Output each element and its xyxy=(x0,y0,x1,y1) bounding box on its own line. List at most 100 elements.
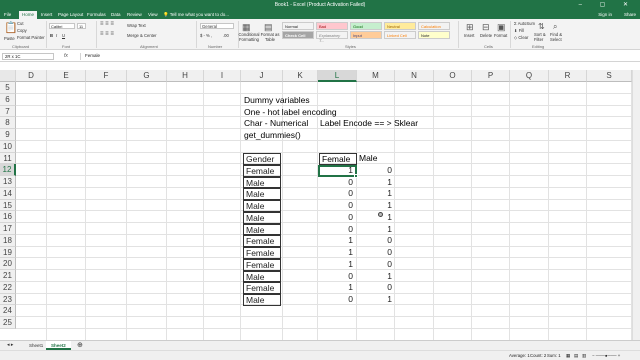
gender-cell[interactable]: Male xyxy=(243,211,281,224)
style-note[interactable]: Note xyxy=(418,31,450,39)
note-label-encode[interactable]: Label Encode == > Sklear xyxy=(320,118,418,130)
row-header-7[interactable]: 7 xyxy=(0,105,16,118)
note-dummy-variables[interactable]: Dummy variables xyxy=(244,95,310,107)
note-char-numerical[interactable]: Char - Numerical xyxy=(244,118,308,130)
column-header-s[interactable]: S xyxy=(587,70,632,82)
row-header-9[interactable]: 9 xyxy=(0,129,16,141)
font-name-select[interactable]: Calibri xyxy=(49,23,75,29)
male-cell[interactable]: 1 xyxy=(357,200,395,212)
female-cell[interactable]: 1 xyxy=(318,247,356,259)
row-header-24[interactable]: 24 xyxy=(0,305,16,317)
number-format-buttons[interactable]: $ - % , xyxy=(200,33,212,38)
male-cell[interactable]: 1 xyxy=(357,177,395,189)
sort-filter-button[interactable]: Sort & Filter xyxy=(534,32,548,42)
column-header-o[interactable]: O xyxy=(434,70,472,82)
gender-cell[interactable]: Male xyxy=(243,200,281,212)
column-header-q[interactable]: Q xyxy=(510,70,549,82)
add-sheet-icon[interactable]: ⊕ xyxy=(72,341,88,350)
tab-data[interactable]: Data xyxy=(111,12,121,17)
header-female[interactable]: Female xyxy=(319,153,357,165)
female-cell[interactable]: 0 xyxy=(318,271,356,283)
row-header-14[interactable]: 14 xyxy=(0,187,16,200)
view-page-break-icon[interactable]: ▥ xyxy=(582,353,586,359)
number-format-select[interactable]: General xyxy=(200,23,234,29)
find-select-button[interactable]: Find & Select xyxy=(550,32,564,42)
header-gender[interactable]: Gender xyxy=(243,153,281,165)
merge-center-button[interactable]: Merge & Center xyxy=(127,33,157,38)
male-cell[interactable]: 1 xyxy=(357,224,395,236)
conditional-formatting-button[interactable]: Conditional Formatting xyxy=(237,32,261,42)
male-cell[interactable]: 1 xyxy=(357,212,395,224)
gender-cell[interactable]: Male xyxy=(243,188,281,200)
insert-cells-button[interactable]: Insert xyxy=(464,33,474,38)
paste-icon[interactable]: 📋 xyxy=(4,21,18,34)
tell-me-search[interactable]: 💡 Tell me what you want to do... xyxy=(163,12,229,18)
format-painter-button[interactable]: Format Painter xyxy=(17,35,45,40)
female-cell[interactable]: 0 xyxy=(318,200,356,212)
row-header-13[interactable]: 13 xyxy=(0,176,16,188)
window-controls[interactable]: – ▢ ✕ xyxy=(579,1,636,8)
formula-input[interactable]: Female xyxy=(80,53,636,60)
tab-review[interactable]: Review xyxy=(127,12,142,17)
row-header-16[interactable]: 16 xyxy=(0,211,16,223)
format-cells-button[interactable]: Format xyxy=(494,33,507,38)
sheet-nav-arrows[interactable]: ◂ ▸ xyxy=(2,341,18,350)
tab-file[interactable]: File xyxy=(4,12,11,17)
align-horizontal-icon[interactable]: ≡ ≡ ≡ xyxy=(100,31,114,37)
underline-button[interactable]: U xyxy=(62,33,65,38)
column-header-f[interactable]: F xyxy=(86,70,127,82)
column-header-r[interactable]: R xyxy=(549,70,587,82)
female-cell[interactable]: 0 xyxy=(318,224,356,236)
tab-view[interactable]: View xyxy=(148,12,158,17)
female-cell[interactable]: 1 xyxy=(318,259,356,271)
male-cell[interactable]: 1 xyxy=(357,188,395,200)
style-good[interactable]: Good xyxy=(350,22,382,30)
insert-cells-icon[interactable]: ⊞ xyxy=(466,22,474,33)
format-cells-icon[interactable]: ▣ xyxy=(497,22,506,33)
row-header-5[interactable]: 5 xyxy=(0,82,16,94)
female-cell[interactable]: 0 xyxy=(318,188,356,200)
column-header-n[interactable]: N xyxy=(395,70,434,82)
row-header-19[interactable]: 19 xyxy=(0,246,16,259)
style-check-cell[interactable]: Check Cell xyxy=(282,31,314,39)
view-normal-icon[interactable]: ▦ xyxy=(566,353,570,359)
female-cell[interactable]: 0 xyxy=(318,294,356,306)
column-header-p[interactable]: P xyxy=(472,70,510,82)
gender-cell[interactable]: Male xyxy=(243,294,281,306)
zoom-slider[interactable]: − ───●─── + xyxy=(592,353,620,358)
note-one-hot[interactable]: One - hot label encoding xyxy=(244,107,337,119)
copy-button[interactable]: Copy xyxy=(17,28,27,33)
clear-button[interactable]: ◇ Clear xyxy=(514,35,528,40)
font-size-select[interactable]: 11 xyxy=(77,23,86,29)
autosum-button[interactable]: Σ AutoSum xyxy=(514,21,535,26)
align-icon[interactable]: ≡ ≡ ≡ xyxy=(100,21,114,27)
style-normal[interactable]: Normal xyxy=(282,22,314,30)
view-page-layout-icon[interactable]: ▤ xyxy=(574,353,578,359)
cut-button[interactable]: Cut xyxy=(17,21,24,26)
row-header-10[interactable]: 10 xyxy=(0,140,16,153)
male-cell[interactable]: 0 xyxy=(357,165,395,177)
format-as-table-button[interactable]: Format as Table xyxy=(260,32,280,42)
tab-page-layout[interactable]: Page Layout xyxy=(58,12,83,17)
sort-filter-icon[interactable]: ⇅ xyxy=(538,22,545,31)
gender-cell[interactable]: Female xyxy=(243,258,281,271)
active-cell-selection[interactable] xyxy=(318,164,358,178)
fill-handle[interactable] xyxy=(354,173,358,178)
male-cell[interactable]: 0 xyxy=(357,247,395,259)
gender-cell[interactable]: Female xyxy=(243,282,281,294)
tab-insert[interactable]: Insert xyxy=(41,12,52,17)
row-header-6[interactable]: 6 xyxy=(0,93,16,106)
style-calculation[interactable]: Calculation xyxy=(418,22,450,30)
delete-cells-icon[interactable]: ⊟ xyxy=(482,22,490,33)
gender-cell[interactable]: Female xyxy=(243,164,281,177)
male-cell[interactable]: 1 xyxy=(357,294,395,306)
row-header-20[interactable]: 20 xyxy=(0,258,16,270)
wrap-text-button[interactable]: Wrap Text xyxy=(127,23,146,28)
column-header-g[interactable]: G xyxy=(127,70,167,82)
name-box[interactable]: 2R x 1C xyxy=(2,53,54,60)
select-all-corner[interactable] xyxy=(0,70,16,82)
tab-home[interactable]: Home xyxy=(19,11,38,19)
paste-label[interactable]: Paste xyxy=(4,36,15,41)
style-explanatory[interactable]: Explanatory T... xyxy=(316,31,348,43)
style-input[interactable]: Input xyxy=(350,31,382,39)
